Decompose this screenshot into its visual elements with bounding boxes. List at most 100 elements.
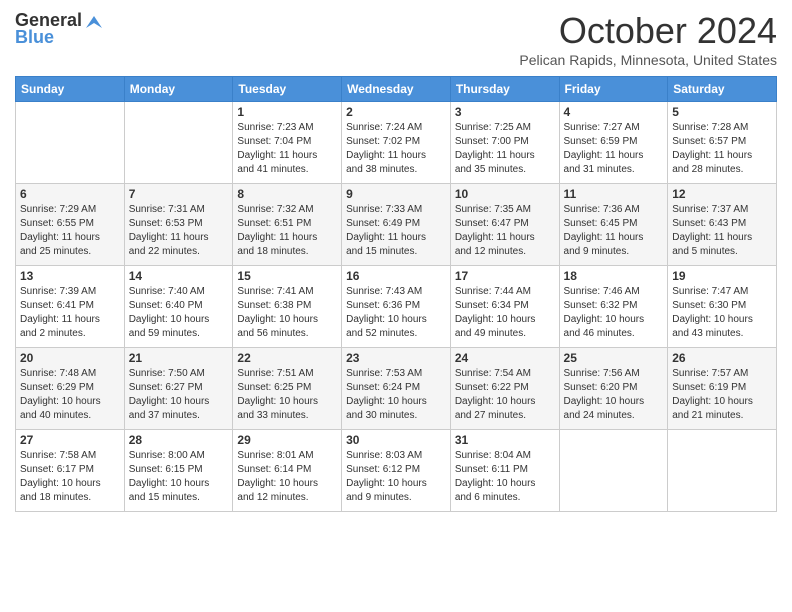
calendar-cell: 24 Sunrise: 7:54 AM Sunset: 6:22 PM Dayli…	[450, 348, 559, 430]
day-info: Sunrise: 7:35 AM Sunset: 6:47 PM Dayligh…	[455, 203, 555, 259]
day-number: 12	[672, 187, 772, 201]
calendar-cell: 30 Sunrise: 8:03 AM Sunset: 6:12 PM Dayli…	[342, 430, 451, 512]
calendar-cell: 19 Sunrise: 7:47 AM Sunset: 6:30 PM Dayli…	[668, 266, 777, 348]
day-info: Sunrise: 7:58 AM Sunset: 6:17 PM Dayligh…	[20, 449, 120, 505]
calendar-cell	[16, 102, 125, 184]
day-number: 19	[672, 269, 772, 283]
calendar-cell: 8Sunrise: 7:32 AM Sunset: 6:51 PM Daylig…	[233, 184, 342, 266]
page: General Blue October 2024 Pelican Rapids…	[0, 0, 792, 612]
day-number: 13	[20, 269, 120, 283]
calendar-cell: 11 Sunrise: 7:36 AM Sunset: 6:45 PM Dayli…	[559, 184, 668, 266]
calendar-cell: 18 Sunrise: 7:46 AM Sunset: 6:32 PM Dayli…	[559, 266, 668, 348]
day-number: 27	[20, 433, 120, 447]
day-info: Sunrise: 7:29 AM Sunset: 6:55 PM Dayligh…	[20, 203, 120, 259]
day-info: Sunrise: 7:36 AM Sunset: 6:45 PM Dayligh…	[564, 203, 664, 259]
day-number: 11	[564, 187, 664, 201]
calendar-cell: 29 Sunrise: 8:01 AM Sunset: 6:14 PM Dayli…	[233, 430, 342, 512]
day-info: Sunrise: 7:48 AM Sunset: 6:29 PM Dayligh…	[20, 367, 120, 423]
calendar-table: SundayMondayTuesdayWednesdayThursdayFrid…	[15, 76, 777, 512]
title-area: October 2024 Pelican Rapids, Minnesota, …	[519, 10, 777, 68]
day-number: 18	[564, 269, 664, 283]
day-info: Sunrise: 7:41 AM Sunset: 6:38 PM Dayligh…	[237, 285, 337, 341]
day-number: 17	[455, 269, 555, 283]
calendar-cell: 2 Sunrise: 7:24 AM Sunset: 7:02 PM Daylig…	[342, 102, 451, 184]
calendar-cell: 12Sunrise: 7:37 AM Sunset: 6:43 PM Dayli…	[668, 184, 777, 266]
calendar-cell: 9Sunrise: 7:33 AM Sunset: 6:49 PM Daylig…	[342, 184, 451, 266]
calendar-cell: 3 Sunrise: 7:25 AM Sunset: 7:00 PM Daylig…	[450, 102, 559, 184]
day-info: Sunrise: 7:28 AM Sunset: 6:57 PM Dayligh…	[672, 121, 772, 177]
calendar-cell: 20 Sunrise: 7:48 AM Sunset: 6:29 PM Dayli…	[16, 348, 125, 430]
calendar-week-row: 20 Sunrise: 7:48 AM Sunset: 6:29 PM Dayli…	[16, 348, 777, 430]
calendar-cell	[668, 430, 777, 512]
day-info: Sunrise: 7:44 AM Sunset: 6:34 PM Dayligh…	[455, 285, 555, 341]
calendar-cell	[559, 430, 668, 512]
day-number: 16	[346, 269, 446, 283]
calendar-cell: 1Sunrise: 7:23 AM Sunset: 7:04 PM Daylig…	[233, 102, 342, 184]
calendar-header-saturday: Saturday	[668, 77, 777, 102]
calendar-header-friday: Friday	[559, 77, 668, 102]
calendar-cell: 22Sunrise: 7:51 AM Sunset: 6:25 PM Dayli…	[233, 348, 342, 430]
day-number: 6	[20, 187, 120, 201]
day-number: 22	[237, 351, 337, 365]
day-info: Sunrise: 8:00 AM Sunset: 6:15 PM Dayligh…	[129, 449, 229, 505]
calendar-week-row: 13Sunrise: 7:39 AM Sunset: 6:41 PM Dayli…	[16, 266, 777, 348]
calendar-header-row: SundayMondayTuesdayWednesdayThursdayFrid…	[16, 77, 777, 102]
calendar-week-row: 27 Sunrise: 7:58 AM Sunset: 6:17 PM Dayli…	[16, 430, 777, 512]
day-number: 5	[672, 105, 772, 119]
calendar-cell: 7Sunrise: 7:31 AM Sunset: 6:53 PM Daylig…	[124, 184, 233, 266]
day-number: 10	[455, 187, 555, 201]
day-number: 26	[672, 351, 772, 365]
calendar-header-thursday: Thursday	[450, 77, 559, 102]
day-number: 23	[346, 351, 446, 365]
day-info: Sunrise: 7:47 AM Sunset: 6:30 PM Dayligh…	[672, 285, 772, 341]
calendar-cell: 13Sunrise: 7:39 AM Sunset: 6:41 PM Dayli…	[16, 266, 125, 348]
calendar-header-wednesday: Wednesday	[342, 77, 451, 102]
day-info: Sunrise: 7:24 AM Sunset: 7:02 PM Dayligh…	[346, 121, 446, 177]
calendar-week-row: 1Sunrise: 7:23 AM Sunset: 7:04 PM Daylig…	[16, 102, 777, 184]
calendar-cell: 10 Sunrise: 7:35 AM Sunset: 6:47 PM Dayli…	[450, 184, 559, 266]
day-number: 21	[129, 351, 229, 365]
calendar-cell: 21 Sunrise: 7:50 AM Sunset: 6:27 PM Dayli…	[124, 348, 233, 430]
day-info: Sunrise: 8:04 AM Sunset: 6:11 PM Dayligh…	[455, 449, 555, 505]
day-number: 3	[455, 105, 555, 119]
header: General Blue October 2024 Pelican Rapids…	[15, 10, 777, 68]
day-info: Sunrise: 7:25 AM Sunset: 7:00 PM Dayligh…	[455, 121, 555, 177]
day-info: Sunrise: 7:46 AM Sunset: 6:32 PM Dayligh…	[564, 285, 664, 341]
month-title: October 2024	[519, 10, 777, 52]
calendar-cell: 25Sunrise: 7:56 AM Sunset: 6:20 PM Dayli…	[559, 348, 668, 430]
day-number: 9	[346, 187, 446, 201]
day-number: 28	[129, 433, 229, 447]
day-info: Sunrise: 7:43 AM Sunset: 6:36 PM Dayligh…	[346, 285, 446, 341]
day-info: Sunrise: 8:01 AM Sunset: 6:14 PM Dayligh…	[237, 449, 337, 505]
logo-bird-icon	[84, 12, 102, 30]
calendar-cell	[124, 102, 233, 184]
calendar-cell: 6 Sunrise: 7:29 AM Sunset: 6:55 PM Daylig…	[16, 184, 125, 266]
calendar-cell: 17 Sunrise: 7:44 AM Sunset: 6:34 PM Dayli…	[450, 266, 559, 348]
day-info: Sunrise: 7:50 AM Sunset: 6:27 PM Dayligh…	[129, 367, 229, 423]
day-info: Sunrise: 8:03 AM Sunset: 6:12 PM Dayligh…	[346, 449, 446, 505]
day-number: 31	[455, 433, 555, 447]
day-number: 29	[237, 433, 337, 447]
calendar-cell: 27 Sunrise: 7:58 AM Sunset: 6:17 PM Dayli…	[16, 430, 125, 512]
calendar-cell: 26 Sunrise: 7:57 AM Sunset: 6:19 PM Dayli…	[668, 348, 777, 430]
day-number: 20	[20, 351, 120, 365]
day-number: 8	[237, 187, 337, 201]
day-number: 2	[346, 105, 446, 119]
day-info: Sunrise: 7:57 AM Sunset: 6:19 PM Dayligh…	[672, 367, 772, 423]
day-info: Sunrise: 7:27 AM Sunset: 6:59 PM Dayligh…	[564, 121, 664, 177]
calendar-week-row: 6 Sunrise: 7:29 AM Sunset: 6:55 PM Daylig…	[16, 184, 777, 266]
day-info: Sunrise: 7:54 AM Sunset: 6:22 PM Dayligh…	[455, 367, 555, 423]
calendar-cell: 4 Sunrise: 7:27 AM Sunset: 6:59 PM Daylig…	[559, 102, 668, 184]
calendar-cell: 28 Sunrise: 8:00 AM Sunset: 6:15 PM Dayli…	[124, 430, 233, 512]
day-number: 30	[346, 433, 446, 447]
calendar-cell: 16 Sunrise: 7:43 AM Sunset: 6:36 PM Dayli…	[342, 266, 451, 348]
day-info: Sunrise: 7:31 AM Sunset: 6:53 PM Dayligh…	[129, 203, 229, 259]
day-number: 4	[564, 105, 664, 119]
calendar-cell: 15Sunrise: 7:41 AM Sunset: 6:38 PM Dayli…	[233, 266, 342, 348]
calendar-header-tuesday: Tuesday	[233, 77, 342, 102]
day-number: 24	[455, 351, 555, 365]
day-info: Sunrise: 7:53 AM Sunset: 6:24 PM Dayligh…	[346, 367, 446, 423]
calendar-cell: 5 Sunrise: 7:28 AM Sunset: 6:57 PM Daylig…	[668, 102, 777, 184]
logo-blue: Blue	[15, 27, 54, 48]
day-info: Sunrise: 7:23 AM Sunset: 7:04 PM Dayligh…	[237, 121, 337, 177]
